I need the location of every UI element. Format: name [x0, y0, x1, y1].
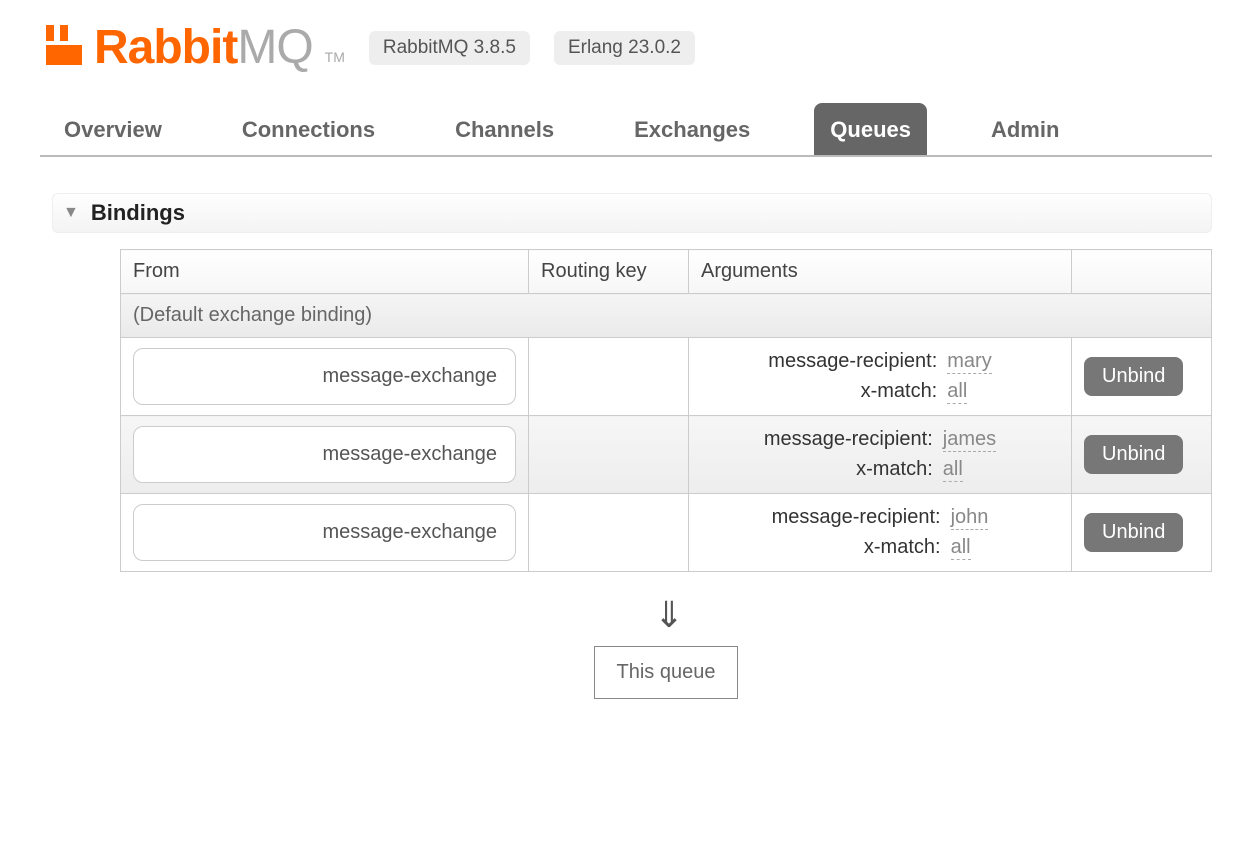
brand-right: MQ — [237, 21, 312, 74]
binding-row: message-exchange message-recipient: jame… — [121, 416, 1212, 494]
section-title: Bindings — [91, 200, 185, 226]
arg-key: x-match: — [701, 380, 937, 404]
tab-channels[interactable]: Channels — [439, 103, 570, 155]
arg-key: message-recipient: — [701, 506, 941, 530]
brand-tm: TM — [325, 49, 345, 65]
this-queue-box: This queue — [594, 646, 739, 699]
arg-val: john — [951, 506, 989, 530]
binding-flow: ⇓ This queue — [120, 594, 1212, 699]
binding-row: message-exchange message-recipient: mary… — [121, 338, 1212, 416]
exchange-link[interactable]: message-exchange — [133, 348, 516, 405]
arguments-cell: message-recipient: james x-match: all — [689, 416, 1072, 494]
chevron-down-icon: ▼ — [63, 204, 79, 222]
tab-exchanges[interactable]: Exchanges — [618, 103, 766, 155]
default-exchange-row: (Default exchange binding) — [121, 294, 1212, 338]
tab-admin[interactable]: Admin — [975, 103, 1075, 155]
arguments-cell: message-recipient: mary x-match: all — [689, 338, 1072, 416]
arg-val: james — [943, 428, 996, 452]
binding-row: message-exchange message-recipient: john… — [121, 494, 1212, 572]
header: RabbitMQ TM RabbitMQ 3.8.5 Erlang 23.0.2 — [40, 20, 1212, 75]
exchange-link[interactable]: message-exchange — [133, 504, 516, 561]
brand-text: RabbitMQ — [94, 20, 313, 75]
tab-connections[interactable]: Connections — [226, 103, 391, 155]
rabbit-icon — [40, 21, 88, 74]
arg-key: message-recipient: — [701, 428, 933, 452]
bindings-section: ▼ Bindings From Routing key Arguments (D… — [40, 193, 1212, 699]
tab-overview[interactable]: Overview — [48, 103, 178, 155]
unbind-button[interactable]: Unbind — [1084, 513, 1183, 552]
arguments-cell: message-recipient: john x-match: all — [689, 494, 1072, 572]
unbind-button[interactable]: Unbind — [1084, 435, 1183, 474]
main-tabs: Overview Connections Channels Exchanges … — [40, 103, 1212, 157]
arg-val: all — [947, 380, 967, 404]
arg-val: all — [951, 536, 971, 560]
arrow-down-icon: ⇓ — [654, 594, 678, 636]
routing-key-cell — [529, 338, 689, 416]
col-actions — [1072, 250, 1212, 294]
routing-key-cell — [529, 416, 689, 494]
rabbitmq-version-badge: RabbitMQ 3.8.5 — [369, 31, 530, 65]
exchange-link[interactable]: message-exchange — [133, 426, 516, 483]
arg-key: x-match: — [701, 458, 933, 482]
routing-key-cell — [529, 494, 689, 572]
col-from: From — [121, 250, 529, 294]
tab-queues[interactable]: Queues — [814, 103, 927, 155]
brand-logo[interactable]: RabbitMQ TM — [40, 20, 345, 75]
erlang-version-badge: Erlang 23.0.2 — [554, 31, 695, 65]
col-arguments: Arguments — [689, 250, 1072, 294]
arg-key: message-recipient: — [701, 350, 937, 374]
default-exchange-label: (Default exchange binding) — [121, 294, 1212, 338]
brand-left: Rabbit — [94, 21, 237, 74]
arg-val: mary — [947, 350, 991, 374]
bindings-header[interactable]: ▼ Bindings — [52, 193, 1212, 233]
bindings-table: From Routing key Arguments (Default exch… — [120, 249, 1212, 572]
arg-key: x-match: — [701, 536, 941, 560]
arg-val: all — [943, 458, 963, 482]
col-routing-key: Routing key — [529, 250, 689, 294]
unbind-button[interactable]: Unbind — [1084, 357, 1183, 396]
